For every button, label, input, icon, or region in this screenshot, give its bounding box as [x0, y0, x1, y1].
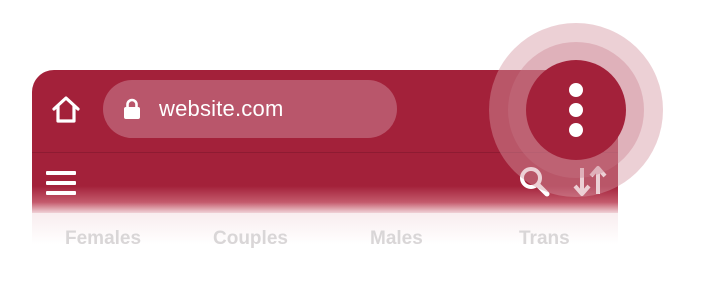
more-dot	[569, 83, 583, 97]
home-button[interactable]	[50, 94, 82, 126]
more-dot	[569, 123, 583, 137]
hamburger-menu-icon	[46, 171, 76, 195]
hamburger-menu-button[interactable]	[46, 168, 78, 198]
more-dot	[569, 103, 583, 117]
address-bar-url: website.com	[159, 96, 284, 121]
home-icon	[52, 96, 80, 123]
more-options-button[interactable]	[526, 60, 626, 160]
address-bar[interactable]: website.com	[103, 80, 397, 138]
tab-females[interactable]: Females	[65, 228, 141, 250]
tab-males[interactable]: Males	[370, 228, 423, 250]
tab-trans[interactable]: Trans	[519, 228, 570, 250]
tab-couples[interactable]: Couples	[213, 228, 288, 250]
lock-icon	[124, 98, 140, 119]
